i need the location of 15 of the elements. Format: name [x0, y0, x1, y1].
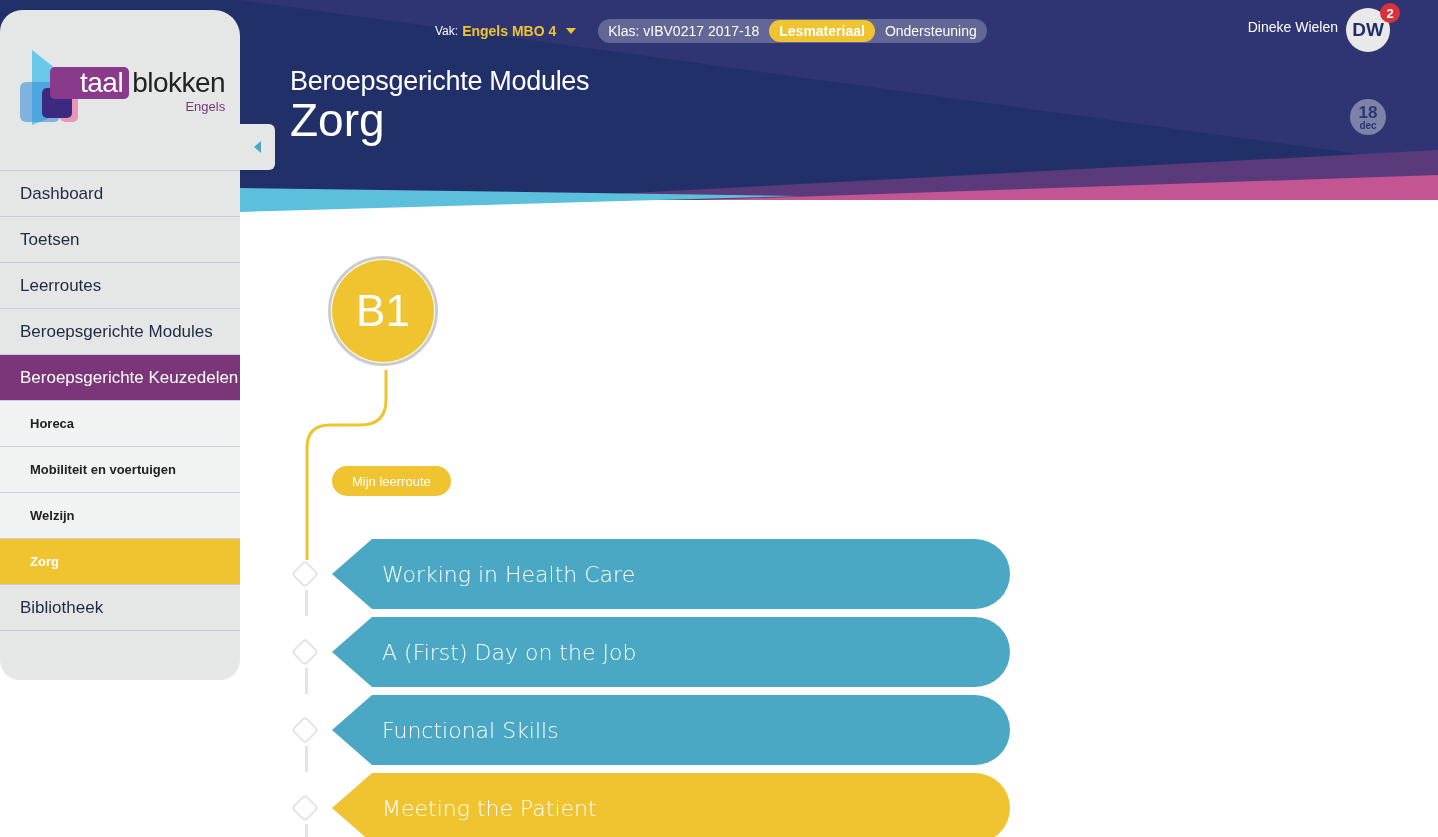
caret-icon[interactable]	[566, 28, 577, 34]
nav-pill[interactable]: Klas: vIBV0217 2017-18	[598, 20, 770, 42]
nav-pill[interactable]: Ondersteuning	[874, 20, 987, 42]
page-subtitle: Beroepsgerichte Modules	[290, 66, 590, 97]
subject-dropdown[interactable]: Engels MBO 4	[462, 23, 557, 39]
logo-wordmark: taal blokken	[50, 66, 226, 99]
sidebar-subitem[interactable]: Mobiliteit en voertuigen	[0, 447, 240, 493]
sidebar-item[interactable]: Beroepsgerichte Keuzedelen	[0, 355, 240, 401]
level-badge: B1	[328, 256, 438, 366]
collapse-sidebar-button[interactable]	[240, 124, 275, 170]
sidebar-subitem[interactable]: Welzijn	[0, 493, 240, 539]
sidebar-subitem[interactable]: Horeca	[0, 401, 240, 447]
user-name[interactable]: Dineke Wielen	[1247, 19, 1338, 35]
subject-label: Vak:	[435, 24, 459, 38]
logo-subtitle: Engels	[185, 98, 226, 114]
